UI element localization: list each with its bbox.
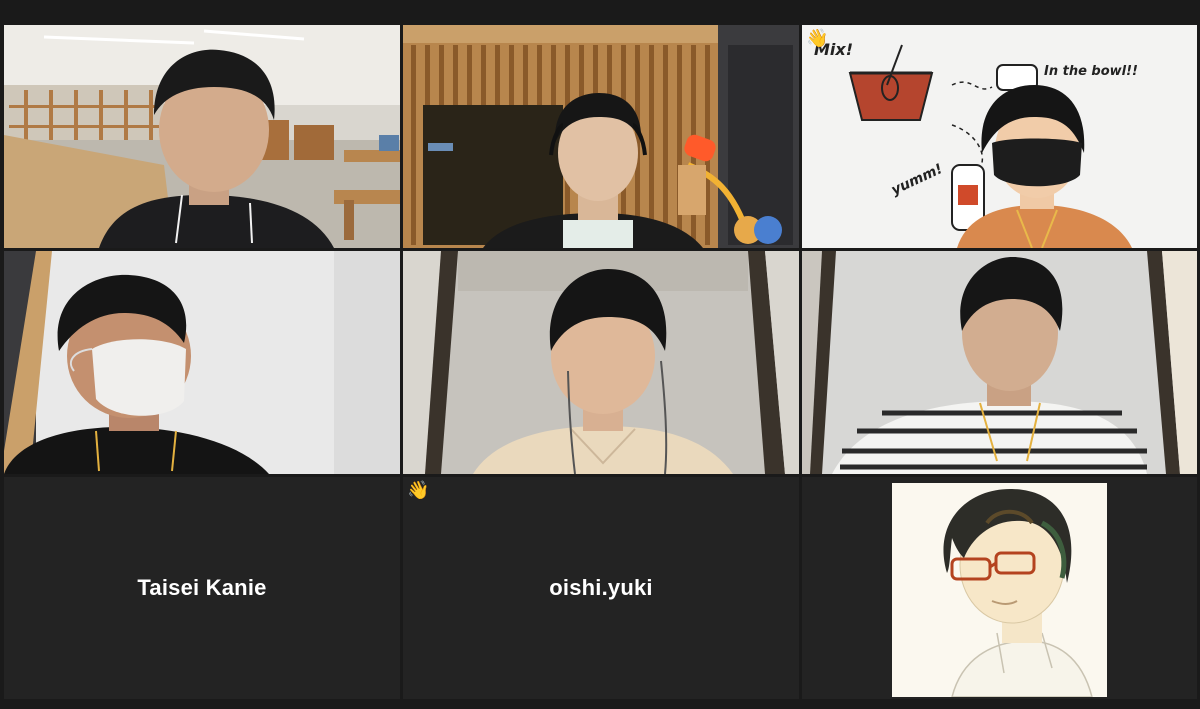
video-tile-p9[interactable] bbox=[802, 477, 1197, 699]
video-tile-p7[interactable]: Taisei Kanie bbox=[4, 477, 400, 699]
video-tile-p5[interactable] bbox=[403, 251, 799, 474]
video-tile-p2[interactable] bbox=[403, 25, 799, 248]
participant-name: oishi.yuki bbox=[549, 575, 653, 600]
video-tile-p1[interactable] bbox=[4, 25, 400, 248]
participant-video bbox=[4, 251, 400, 474]
illustrated-avatar-icon bbox=[892, 483, 1107, 697]
whiteboard-text: In the bowl!! bbox=[1044, 64, 1138, 79]
video-tile-p8[interactable]: 👋 oishi.yuki bbox=[403, 477, 799, 699]
video-tile-p3[interactable]: Mix! In the bowl!! yumm! 👋 bbox=[802, 25, 1197, 248]
participant-video bbox=[403, 25, 799, 248]
participant-video bbox=[802, 251, 1197, 474]
video-grid: Mix! In the bowl!! yumm! 👋 Taisei Kanie … bbox=[4, 25, 1197, 699]
profile-picture bbox=[892, 483, 1107, 697]
wave-hand-icon: 👋 bbox=[407, 480, 430, 501]
video-tile-p4[interactable] bbox=[4, 251, 400, 474]
participant-video: Mix! In the bowl!! yumm! bbox=[802, 25, 1197, 248]
participant-video bbox=[4, 25, 400, 248]
participant-name: Taisei Kanie bbox=[137, 575, 267, 600]
participant-video bbox=[403, 251, 799, 474]
video-tile-p6[interactable] bbox=[802, 251, 1197, 474]
wave-hand-icon: 👋 bbox=[806, 28, 829, 49]
